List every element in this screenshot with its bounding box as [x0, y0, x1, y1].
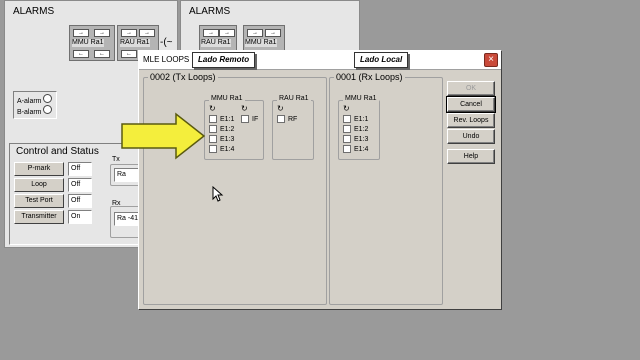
right-equip1-label: RAU Ra1: [201, 39, 231, 47]
highlight-arrow-icon: [121, 112, 206, 160]
local-e1-1-checkbox[interactable]: E1:1: [343, 115, 368, 125]
lado-local-tag: Lado Local: [354, 52, 409, 68]
close-icon: ×: [488, 54, 494, 65]
remote-mmu-group: MMU Ra1 ↻ E1:1 E1:2 E1:3 E1:4 ↻ IF: [204, 95, 264, 160]
remote-e1-4-checkbox[interactable]: E1:4: [209, 145, 234, 155]
local-mmu-label: MMU Ra1: [343, 95, 379, 102]
left-alarms-title: ALARMS: [13, 6, 55, 17]
remote-if-checkbox[interactable]: IF: [241, 115, 258, 125]
lado-remoto-tag: Lado Remoto: [192, 52, 256, 68]
mle-loops-dialog: MLE LOOPS × 0002 (Tx Loops) MMU Ra1 ↻ E1…: [138, 50, 502, 310]
b-alarm-label: B-alarm: [17, 105, 53, 116]
loop-icon: ↻: [209, 104, 216, 113]
left-equip2-label: RAU Ra1: [120, 39, 150, 47]
remote-e1-3-checkbox[interactable]: E1:3: [209, 135, 234, 145]
transmitter-button[interactable]: Transmitter: [14, 210, 64, 224]
local-group-label: 0001 (Rx Loops): [334, 72, 405, 82]
alarm-indicator-box: A-alarm B-alarm: [13, 91, 57, 119]
a-alarm-label: A-alarm: [17, 94, 53, 105]
remote-e1-1-checkbox[interactable]: E1:1: [209, 115, 234, 125]
control-status-title: Control and Status: [16, 146, 99, 157]
remote-mmu-label: MMU Ra1: [209, 95, 245, 102]
transmitter-value: On: [68, 210, 92, 224]
local-e1-3-checkbox[interactable]: E1:3: [343, 135, 368, 145]
loop-button[interactable]: Loop: [14, 178, 64, 192]
remote-rau-group: RAU Ra1 ↻ RF: [272, 95, 314, 160]
remote-rf-checkbox[interactable]: RF: [277, 115, 297, 125]
p-mark-value: Off: [68, 162, 92, 176]
remote-group-label: 0002 (Tx Loops): [148, 72, 218, 82]
undo-button[interactable]: Undo: [447, 129, 495, 144]
ok-button[interactable]: OK: [447, 81, 495, 96]
checkbox-box[interactable]: [209, 115, 217, 124]
local-e1-4-checkbox[interactable]: E1:4: [343, 145, 368, 155]
tx-label: Tx: [112, 156, 120, 163]
local-e1-2-checkbox[interactable]: E1:2: [343, 125, 368, 135]
remote-e1-2-checkbox[interactable]: E1:2: [209, 125, 234, 135]
test-port-button[interactable]: Test Port: [14, 194, 64, 208]
help-button[interactable]: Help: [447, 149, 495, 164]
b-alarm-indicator: [43, 105, 53, 114]
p-mark-button[interactable]: P-mark: [14, 162, 64, 176]
right-alarms-title: ALARMS: [189, 6, 231, 17]
a-alarm-indicator: [43, 94, 53, 103]
loop-icon: ↻: [277, 104, 284, 113]
mmu-equipment-icon[interactable]: → → ← ← MMU Ra1: [69, 25, 115, 61]
loop-icon: ↻: [241, 104, 248, 113]
loop-icon: ↻: [343, 104, 350, 113]
close-button[interactable]: ×: [484, 53, 498, 67]
rev-loops-button[interactable]: Rev. Loops: [447, 113, 495, 128]
loop-value: Off: [68, 178, 92, 192]
antenna-symbol: -(~: [160, 37, 173, 48]
remote-rau-label: RAU Ra1: [277, 95, 311, 102]
local-loops-group: 0001 (Rx Loops) MMU Ra1 ↻ E1:1 E1:2 E1:3…: [329, 72, 443, 305]
mouse-cursor-icon: [212, 186, 224, 202]
dialog-title: MLE LOOPS: [143, 55, 190, 64]
cancel-button[interactable]: Cancel: [446, 96, 496, 113]
local-mmu-group: MMU Ra1 ↻ E1:1 E1:2 E1:3 E1:4: [338, 95, 380, 160]
left-equip1-label: MMU Ra1: [72, 39, 104, 47]
test-port-value: Off: [68, 194, 92, 208]
right-equip2-label: MMU Ra1: [245, 39, 277, 47]
